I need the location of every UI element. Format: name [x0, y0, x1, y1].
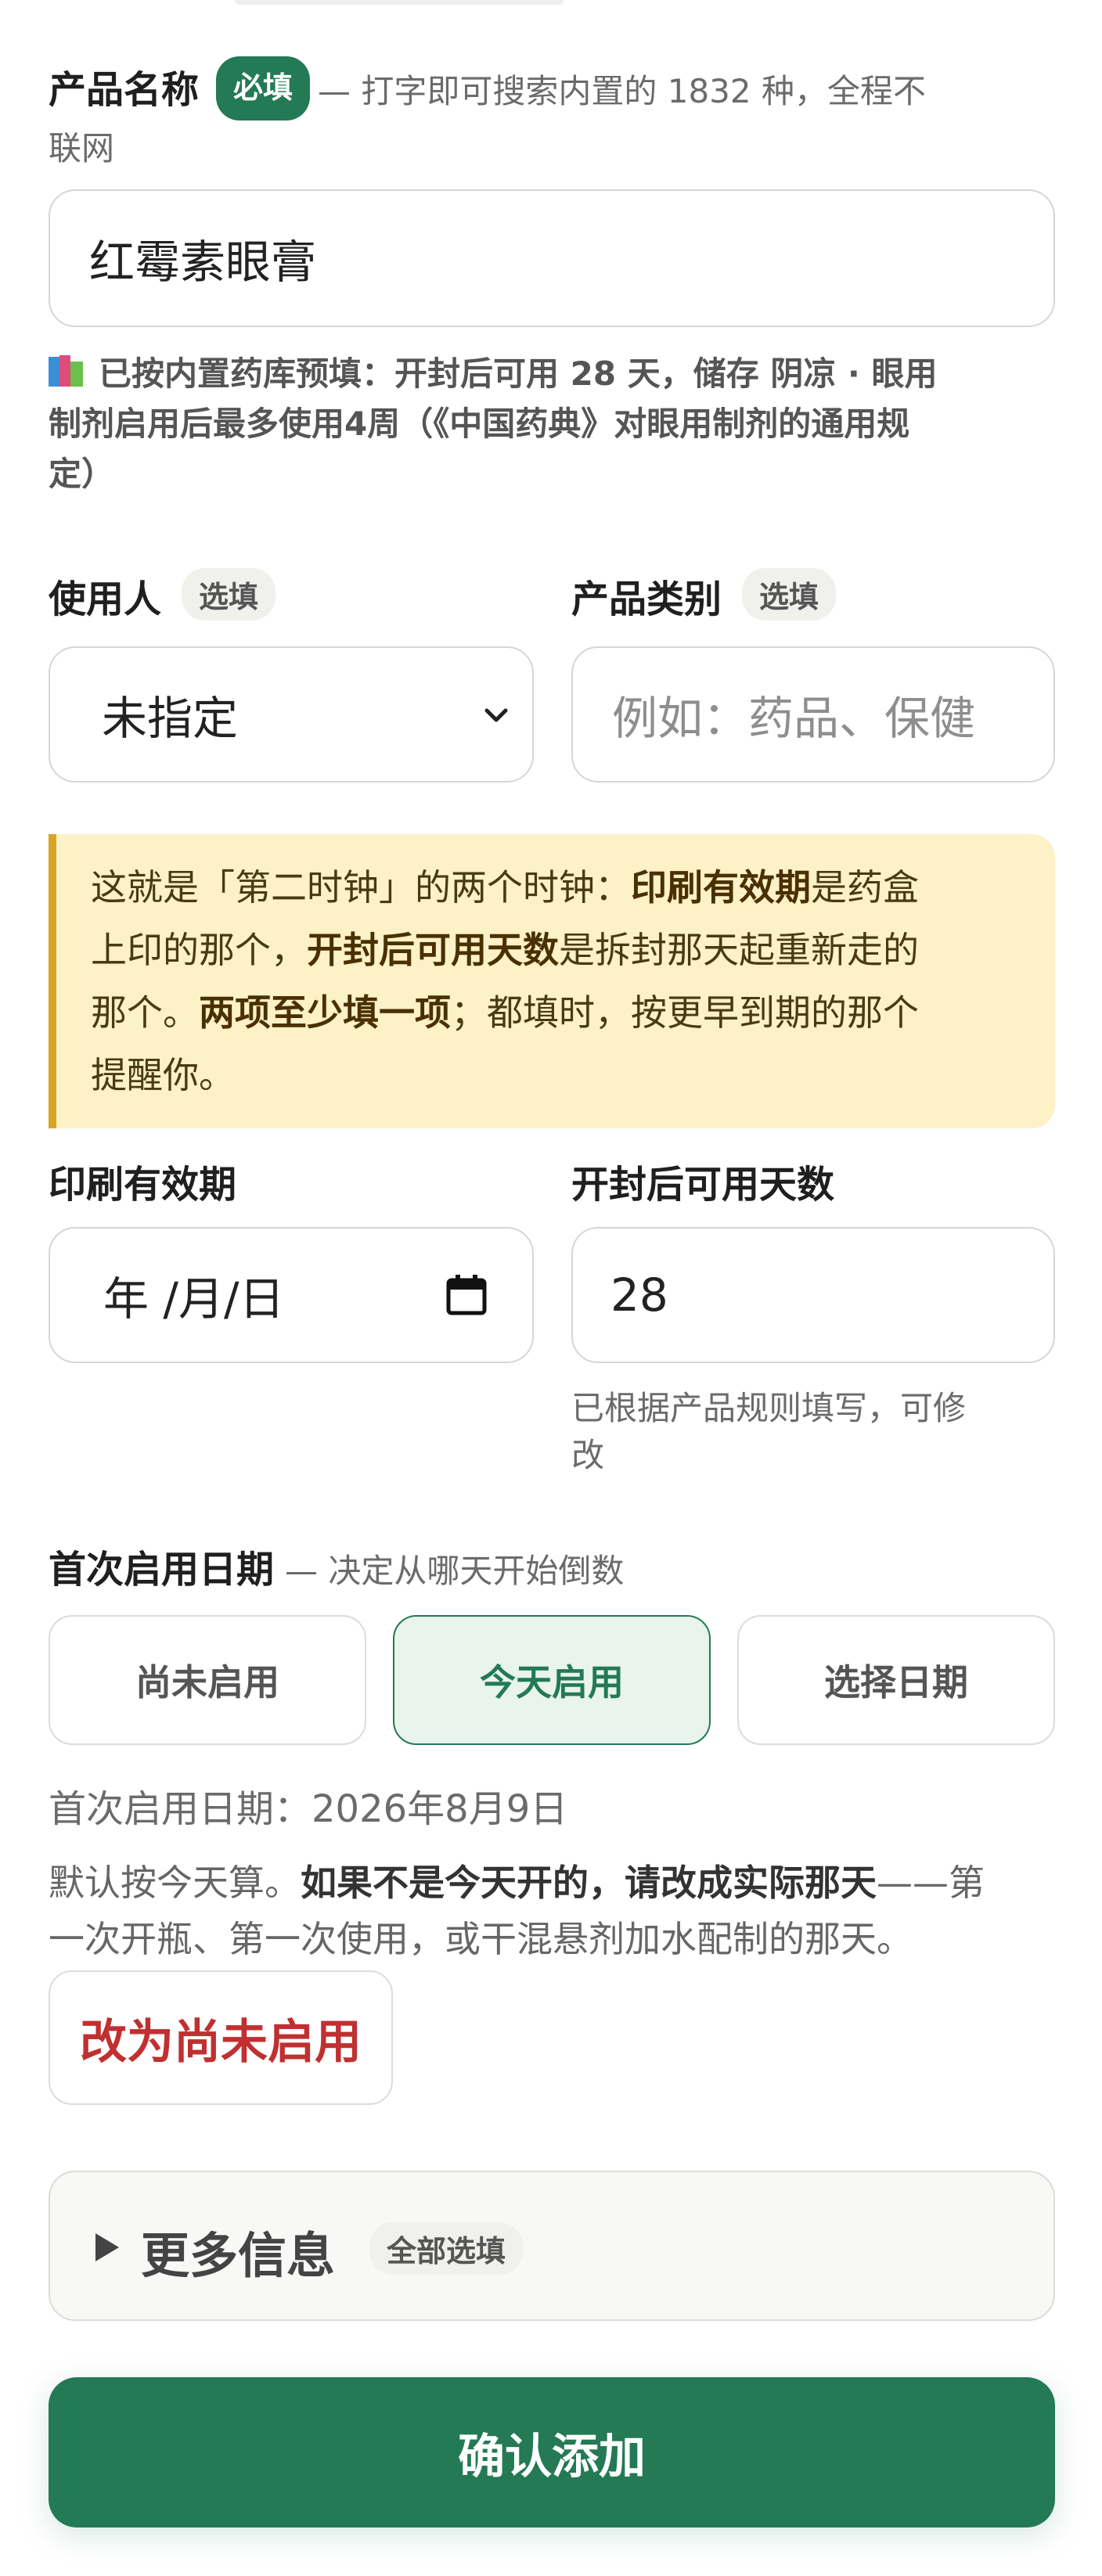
first-use-note: 默认按今天算。如果不是今天开的，请改成实际那天——第 一次开瓶、第一次使用，或干…	[49, 1855, 1066, 1967]
books-icon	[49, 355, 86, 388]
confirm-add-button[interactable]: 确认添加	[49, 2377, 1055, 2527]
user-selected-value: 未指定	[102, 692, 239, 745]
callout-bold: 开封后可用天数	[307, 929, 559, 971]
option-pick-date[interactable]: 选择日期	[737, 1615, 1055, 1745]
user-header: 使用人 选填	[49, 568, 276, 623]
note-line2: 一次开瓶、第一次使用，或干混悬剂加水配制的那天。	[49, 1918, 913, 1960]
days-hint-line2: 改	[571, 1436, 605, 1474]
note-text: 默认按今天算。	[49, 1862, 301, 1904]
optional-badge: 选填	[742, 568, 837, 621]
product-name-label: 产品名称	[49, 68, 200, 112]
callout-line1: 这就是「第二时钟」的两个时钟：印刷有效期是药盒	[91, 856, 1021, 919]
product-name-hint: — 打字即可搜索内置的 1832 种，全程不	[318, 72, 926, 110]
product-name-value: 红霉素眼膏	[89, 236, 317, 289]
more-info-toggle[interactable]: 更多信息 全部选填	[49, 2171, 1055, 2321]
category-header: 产品类别 选填	[571, 568, 837, 623]
option-today[interactable]: 今天启用	[393, 1615, 711, 1745]
product-name-input[interactable]: 红霉素眼膏	[49, 189, 1055, 327]
more-info-label: 更多信息	[141, 2227, 336, 2284]
callout-text: ；都填时，按更早到期的那个	[451, 991, 919, 1034]
two-clocks-callout: 这就是「第二时钟」的两个时钟：印刷有效期是药盒 上印的那个，开封后可用天数是拆封…	[49, 834, 1055, 1128]
callout-text: 这就是「第二时钟」的两个时钟：	[91, 866, 631, 908]
triangle-right-icon	[95, 2233, 119, 2261]
calendar-icon[interactable]	[446, 1274, 487, 1316]
note-text: ——第	[877, 1862, 985, 1904]
first-use-hint: — 决定从哪天开始倒数	[285, 1552, 625, 1590]
optional-badge: 选填	[182, 568, 276, 621]
top-sheet-edge	[235, 0, 564, 5]
date-placeholder: 年 /月/日	[103, 1272, 285, 1326]
prefill-note-line2: 制剂启用后最多使用4周（《中国药典》对眼用制剂的通用规	[49, 405, 910, 443]
callout-text: 那个。	[91, 991, 199, 1034]
user-select[interactable]: 未指定	[49, 646, 534, 783]
category-input[interactable]: 例如：药品、保健	[571, 646, 1055, 783]
category-label: 产品类别	[571, 577, 722, 621]
reset-not-started-button[interactable]: 改为尚未启用	[49, 1970, 393, 2105]
first-use-label: 首次启用日期	[49, 1548, 275, 1592]
add-product-form: 产品名称 必填 — 打字即可搜索内置的 1832 种，全程不 联网 红霉素眼膏 已按…	[0, 0, 1102, 2576]
product-name-hint-line2: 联网	[49, 129, 115, 167]
callout-line3: 那个。两项至少填一项；都填时，按更早到期的那个	[91, 981, 1021, 1044]
callout-text: 上印的那个，	[91, 929, 307, 971]
callout-bold: 印刷有效期	[631, 866, 811, 908]
callout-text: 是拆封那天起重新走的	[559, 929, 919, 971]
callout-bold: 两项至少填一项	[199, 991, 451, 1034]
prefill-note: 已按内置药库预填：开封后可用 28 天，储存 阴凉 · 眼用 制剂启用后最多使用…	[49, 349, 1066, 499]
printed-expiry-date-input[interactable]: 年 /月/日	[49, 1227, 534, 1363]
days-hint: 已根据产品规则填写，可修 改	[571, 1385, 966, 1479]
note-bold: 如果不是今天开的，请改成实际那天	[301, 1862, 877, 1904]
product-name-header: 产品名称 必填 — 打字即可搜索内置的 1832 种，全程不	[49, 56, 1066, 127]
all-optional-badge: 全部选填	[369, 2222, 524, 2275]
category-placeholder: 例如：药品、保健	[612, 692, 976, 745]
callout-text: 是药盒	[811, 866, 919, 908]
days-after-open-input[interactable]: 28	[571, 1227, 1055, 1363]
first-use-header: 首次启用日期 — 决定从哪天开始倒数	[49, 1538, 624, 1593]
option-not-started[interactable]: 尚未启用	[49, 1615, 366, 1745]
prefill-note-line1: 已按内置药库预填：开封后可用 28 天，储存 阴凉 · 眼用	[99, 354, 938, 393]
printed-expiry-label: 印刷有效期	[49, 1163, 237, 1207]
required-badge: 必填	[216, 56, 311, 121]
prefill-note-line3: 定）	[49, 455, 115, 493]
days-value: 28	[610, 1268, 668, 1322]
user-label: 使用人	[49, 577, 162, 621]
first-use-date-text: 首次启用日期：2026年8月9日	[49, 1787, 568, 1831]
days-after-open-label: 开封后可用天数	[571, 1163, 835, 1207]
chevron-down-icon	[484, 708, 508, 722]
callout-line2: 上印的那个，开封后可用天数是拆封那天起重新走的	[91, 919, 1021, 981]
days-hint-line1: 已根据产品规则填写，可修	[571, 1389, 967, 1427]
callout-line4: 提醒你。	[91, 1054, 235, 1096]
